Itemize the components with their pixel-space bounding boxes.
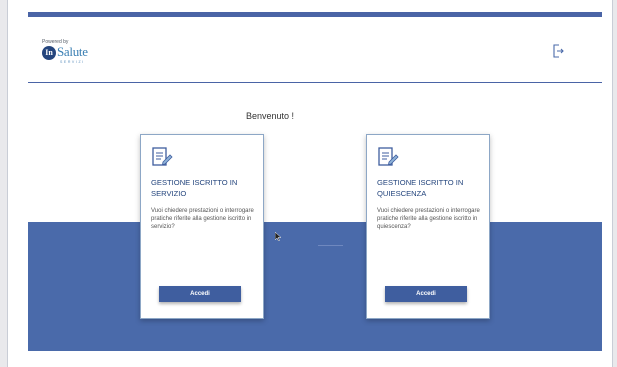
card-title: GESTIONE ISCRITTO IN QUIESCENZA	[377, 178, 464, 198]
logo-wordmark: Salute	[57, 44, 88, 59]
logo-initials: In	[42, 46, 56, 60]
logo-subtitle: SERVIZI	[60, 60, 85, 64]
header: Powered by In Salute SERVIZI	[28, 17, 602, 83]
card-description: Vuoi chiedere prestazioni o interrogare …	[151, 208, 254, 230]
blue-background-band	[28, 222, 602, 351]
accedi-button[interactable]: Accedi	[385, 286, 467, 302]
card-title: GESTIONE ISCRITTO IN SERVIZIO	[151, 178, 238, 198]
logout-icon[interactable]	[552, 44, 564, 58]
header-divider	[28, 82, 602, 83]
document-edit-icon	[377, 146, 399, 168]
card-servizio: GESTIONE ISCRITTO IN SERVIZIO Vuoi chied…	[140, 134, 264, 319]
band-divider	[318, 245, 343, 246]
card-quiescenza: GESTIONE ISCRITTO IN QUIESCENZA Vuoi chi…	[366, 134, 490, 319]
logo-mark: In Salute SERVIZI	[42, 44, 90, 65]
mouse-cursor-icon	[274, 228, 282, 242]
document-edit-icon	[151, 146, 173, 168]
card-description: Vuoi chiedere prestazioni o interrogare …	[377, 208, 480, 230]
welcome-heading: Benvenuto !	[245, 111, 295, 121]
accedi-button[interactable]: Accedi	[159, 286, 241, 302]
